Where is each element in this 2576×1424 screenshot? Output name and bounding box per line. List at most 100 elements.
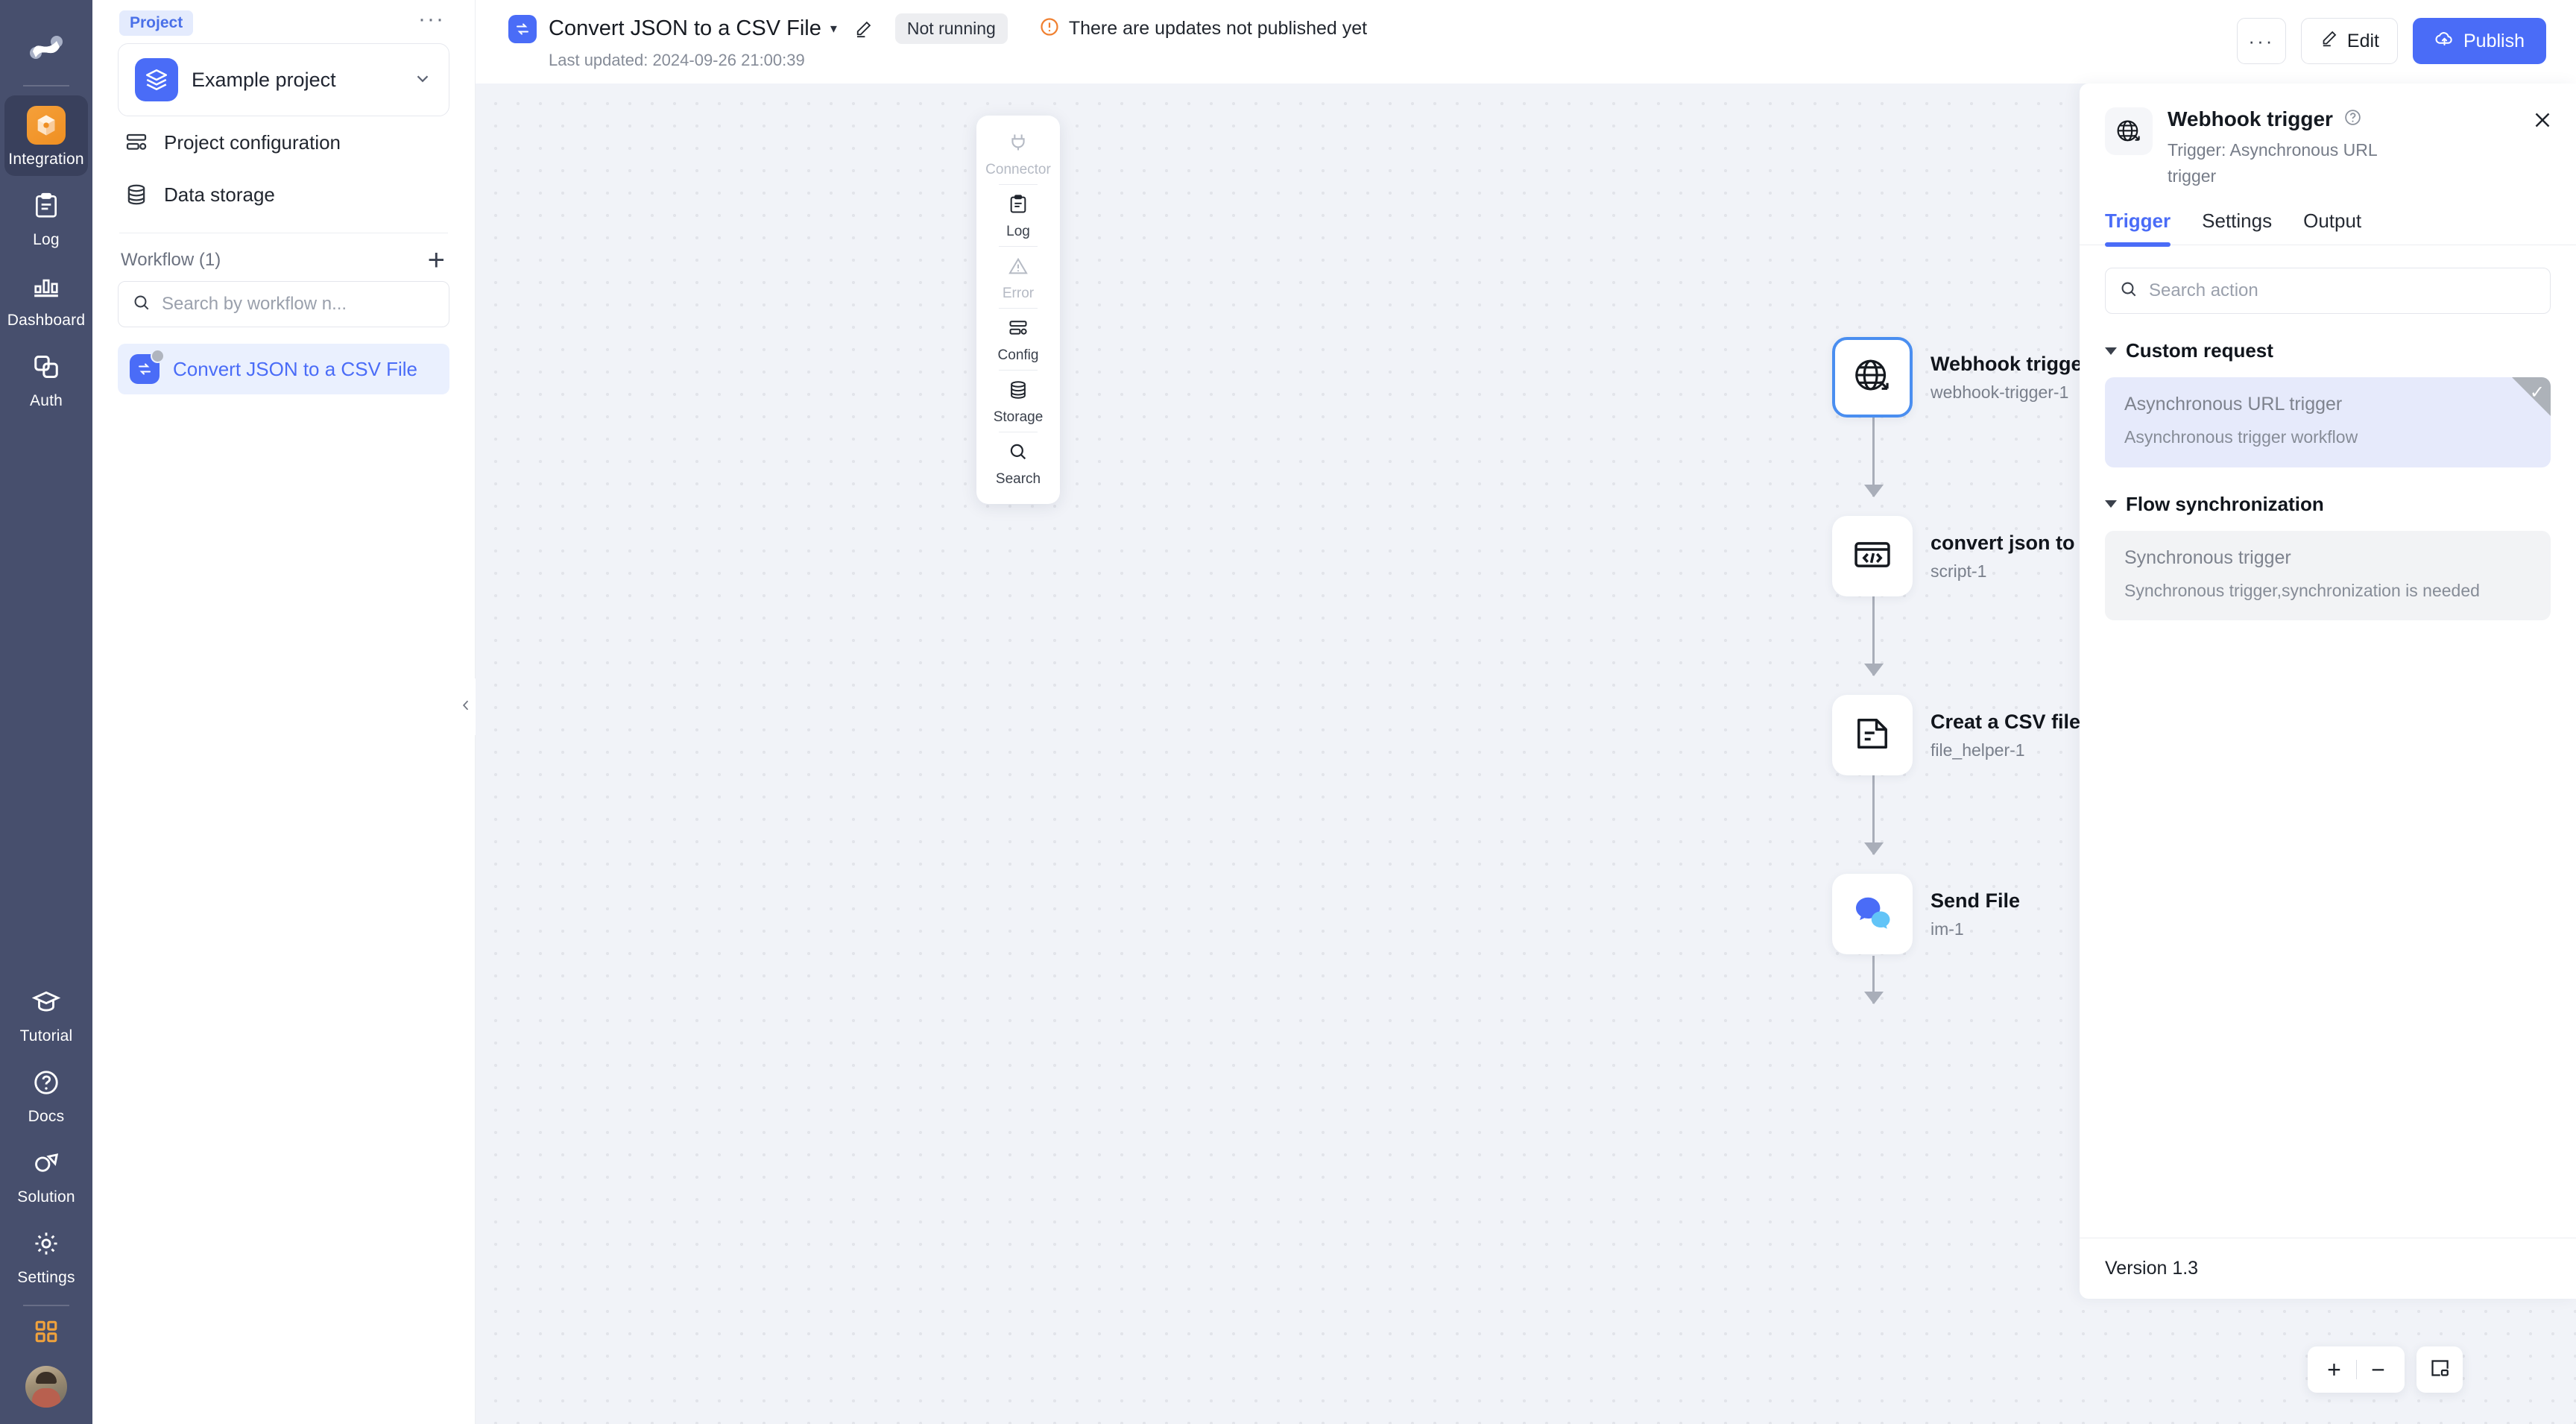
- palette-item-storage[interactable]: Storage: [976, 371, 1060, 432]
- search-action-input[interactable]: [2149, 280, 2536, 301]
- close-icon[interactable]: [2531, 109, 2554, 135]
- palette-item-connector[interactable]: Connector: [976, 123, 1060, 184]
- more-actions-button[interactable]: ···: [2236, 18, 2286, 64]
- group-header[interactable]: Custom request: [2105, 339, 2551, 362]
- search-icon: [1008, 441, 1029, 466]
- sidebar-collapse-button[interactable]: [456, 678, 476, 735]
- pencil-icon[interactable]: [853, 19, 873, 39]
- fit-view-button[interactable]: [2416, 1346, 2463, 1393]
- chevron-down-icon: [2105, 347, 2117, 355]
- palette-item-label: Log: [1006, 224, 1030, 239]
- sidebar-item-auth[interactable]: Auth: [4, 337, 88, 418]
- panel-tabs: Trigger Settings Output: [2080, 189, 2576, 247]
- palette-item-error[interactable]: Error: [976, 247, 1060, 308]
- workflow-search[interactable]: [118, 281, 449, 327]
- node-icon-box: [1832, 516, 1913, 596]
- grid-apps-icon[interactable]: [30, 1315, 63, 1348]
- sidebar-item-settings[interactable]: Settings: [4, 1214, 88, 1294]
- tab-output[interactable]: Output: [2303, 209, 2361, 245]
- node-details-panel: Webhook trigger Trigger: Asynchronous UR…: [2080, 84, 2576, 1299]
- workflow-node[interactable]: Webhook trigger webhook-trigger-1: [1832, 337, 2090, 418]
- sidebar-item-project-configuration[interactable]: Project configuration: [118, 116, 449, 168]
- group-header[interactable]: Flow synchronization: [2105, 493, 2551, 516]
- bar-chart-icon: [27, 267, 66, 306]
- rail-bottom-nav: Tutorial Docs Solution Settings: [0, 972, 92, 1424]
- palette-item-label: Error: [1002, 286, 1035, 301]
- sidebar-item-label: Auth: [30, 392, 63, 409]
- node-icon-box: [1832, 337, 1913, 418]
- panel-title-row: Webhook trigger: [2168, 107, 2551, 131]
- panel-footer: Version 1.3: [2080, 1238, 2576, 1299]
- action-option-asynchronous-url-trigger[interactable]: Asynchronous URL trigger Asynchronous tr…: [2105, 377, 2551, 467]
- palette-item-search[interactable]: Search: [976, 432, 1060, 494]
- chevron-down-icon: [2105, 500, 2117, 508]
- chevron-down-icon: [413, 69, 432, 92]
- action-group-custom-request: Custom request Asynchronous URL trigger …: [2105, 339, 2551, 467]
- edit-button-label: Edit: [2346, 30, 2379, 51]
- action-option-synchronous-trigger[interactable]: Synchronous trigger Synchronous trigger,…: [2105, 530, 2551, 621]
- sidebar-item-tutorial[interactable]: Tutorial: [4, 972, 88, 1053]
- sidebar-item-label: Project configuration: [164, 130, 341, 154]
- group-title: Custom request: [2126, 339, 2273, 362]
- document-icon: [1852, 713, 1893, 758]
- group-title: Flow synchronization: [2126, 492, 2324, 515]
- clipboard-icon: [1008, 194, 1029, 218]
- sidebar-item-dashboard[interactable]: Dashboard: [4, 256, 88, 337]
- edge-arrow-4: [1864, 992, 1884, 1004]
- status-dot: [151, 349, 165, 363]
- rail-divider: [23, 85, 69, 86]
- node-text: Webhook trigger webhook-trigger-1: [1931, 353, 2090, 403]
- sidebar-item-label: Dashboard: [7, 312, 86, 329]
- workflow-name: Convert JSON to a CSV File: [173, 357, 417, 380]
- node-icon-box: [1832, 695, 1913, 775]
- workflow-node[interactable]: Creat a CSV file file_helper-1: [1832, 695, 2080, 775]
- chevron-down-icon[interactable]: ▾: [830, 21, 837, 37]
- layers-icon: [135, 58, 178, 101]
- sidebar-item-data-storage[interactable]: Data storage: [118, 168, 449, 221]
- sidebar-item-integration[interactable]: Integration: [4, 95, 88, 176]
- user-avatar[interactable]: [25, 1366, 67, 1408]
- palette-item-config[interactable]: Config: [976, 309, 1060, 370]
- alert-circle-icon: [1039, 16, 1060, 41]
- database-icon: [124, 182, 149, 207]
- palette-item-log[interactable]: Log: [976, 185, 1060, 246]
- tab-settings[interactable]: Settings: [2202, 209, 2272, 245]
- sidebar-header: Project ···: [118, 0, 449, 43]
- sidebar-item-label: Integration: [8, 151, 84, 168]
- search-input[interactable]: [162, 294, 435, 315]
- sidebar-item-label: Data storage: [164, 183, 275, 206]
- cloud-upload-icon: [2434, 28, 2455, 54]
- sidebar-item-log[interactable]: Log: [4, 176, 88, 256]
- panel-subtitle: Trigger: Asynchronous URL trigger: [2168, 140, 2377, 186]
- sidebar-more-button[interactable]: ···: [415, 8, 448, 32]
- publish-button[interactable]: Publish: [2413, 18, 2546, 64]
- action-search[interactable]: [2105, 268, 2551, 314]
- question-circle-icon[interactable]: [2343, 108, 2362, 130]
- list-item[interactable]: Convert JSON to a CSV File: [118, 344, 449, 394]
- node-title: Creat a CSV file: [1931, 710, 2081, 733]
- panel-header-text: Webhook trigger Trigger: Asynchronous UR…: [2168, 107, 2551, 189]
- sidebar-item-solution[interactable]: Solution: [4, 1133, 88, 1214]
- workflow-node[interactable]: Send File im-1: [1832, 874, 2020, 954]
- zoom-in-button[interactable]: +: [2313, 1358, 2356, 1382]
- app-logo[interactable]: [19, 19, 74, 75]
- canvas-zoom-controls: + −: [2308, 1346, 2463, 1393]
- option-description: Asynchronous trigger workflow: [2124, 427, 2358, 447]
- warning-text: There are updates not published yet: [1068, 18, 1368, 39]
- project-selector[interactable]: Example project: [118, 43, 449, 116]
- edit-button[interactable]: Edit: [2300, 18, 2398, 64]
- tab-trigger[interactable]: Trigger: [2105, 209, 2171, 247]
- config-icon: [1008, 318, 1029, 342]
- cube-icon: [27, 106, 66, 145]
- node-text: Creat a CSV file file_helper-1: [1931, 711, 2080, 760]
- page-title: Convert JSON to a CSV File: [549, 16, 821, 40]
- add-workflow-button[interactable]: +: [428, 245, 445, 275]
- project-chip: Project: [119, 10, 194, 36]
- palette-item-label: Connector: [985, 162, 1051, 177]
- option-title: Asynchronous URL trigger: [2124, 394, 2343, 415]
- config-icon: [124, 130, 149, 155]
- zoom-out-button[interactable]: −: [2357, 1358, 2400, 1382]
- node-subtitle: webhook-trigger-1: [1931, 382, 2069, 402]
- publish-button-label: Publish: [2463, 30, 2525, 51]
- sidebar-item-docs[interactable]: Docs: [4, 1053, 88, 1133]
